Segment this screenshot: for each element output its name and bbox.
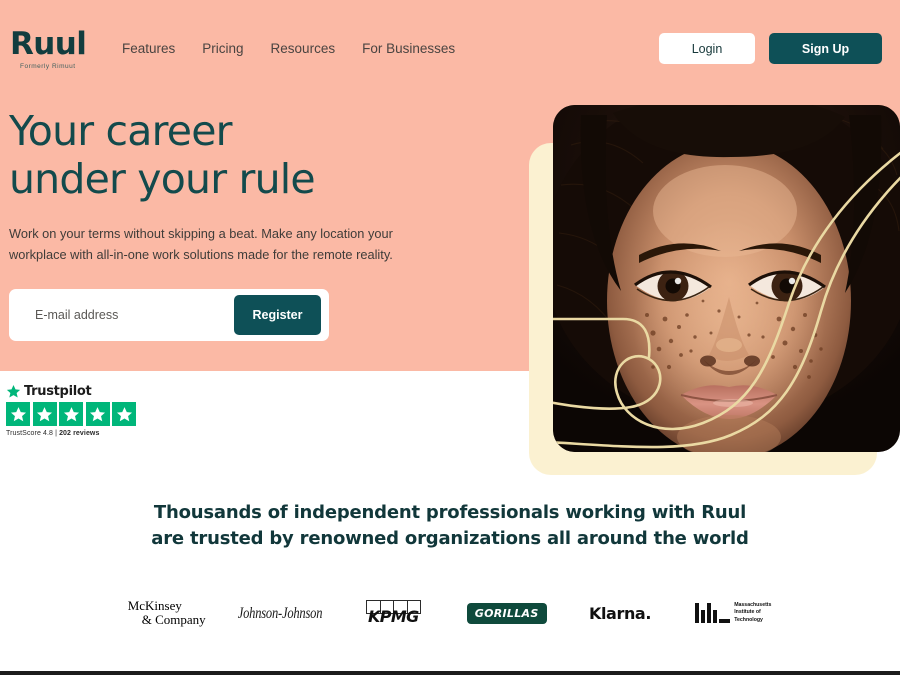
trustpilot-separator: | xyxy=(55,430,58,437)
trustpilot-name: Trustpilot xyxy=(24,384,92,399)
signup-button[interactable]: Sign Up xyxy=(769,33,882,64)
social-proof-title-line-1: Thousands of independent professionals w… xyxy=(153,502,747,523)
mit-subtext-line-3: Technology xyxy=(734,616,763,623)
rating-star-1 xyxy=(6,402,30,426)
partner-logo-gorillas: GORILLAS xyxy=(450,596,563,630)
nav-link-resources[interactable]: Resources xyxy=(271,41,336,56)
trustpilot-header: Trustpilot xyxy=(6,384,136,399)
gorillas-wordmark: GORILLAS xyxy=(466,602,547,624)
partner-logo-mckinsey: McKinsey & Company xyxy=(110,596,223,630)
trustpilot-meta: TrustScore 4.8 | 202 reviews xyxy=(6,430,136,437)
nav-link-features[interactable]: Features xyxy=(122,41,175,56)
rating-star-2 xyxy=(32,402,57,426)
landing-page: Ruul Formerly Rimuut Features Pricing Re… xyxy=(0,0,900,675)
rating-star-5 xyxy=(112,402,136,426)
login-button[interactable]: Login xyxy=(659,33,755,64)
mit-subtext-line-1: Massachusetts xyxy=(734,601,772,608)
nav-actions: Login Sign Up xyxy=(659,33,882,64)
social-proof-title-line-2: are trusted by renowned organizations al… xyxy=(151,528,749,550)
email-input[interactable] xyxy=(9,288,234,341)
partner-logo-klarna: Klarna. xyxy=(563,596,676,630)
trustpilot-review-count: 202 reviews xyxy=(59,430,100,437)
partner-logos-row: McKinsey & Company Johnson-Johnson KPMG … xyxy=(0,596,900,630)
partner-logo-johnson-and-johnson: Johnson-Johnson xyxy=(223,596,336,630)
johnson-wordmark: Johnson-Johnson xyxy=(237,603,323,622)
mckinsey-line-1: McKinsey xyxy=(127,597,182,613)
mit-bars-icon xyxy=(695,603,731,624)
rating-star-3 xyxy=(59,402,83,426)
trustscore-text: TrustScore 4.8 xyxy=(6,430,54,437)
social-proof-title: Thousands of independent professionals w… xyxy=(0,500,900,552)
mckinsey-line-2: & Company xyxy=(141,612,206,628)
partner-logo-kpmg: KPMG xyxy=(337,596,450,630)
social-proof-section: Thousands of independent professionals w… xyxy=(0,500,900,630)
kpmg-wordmark: KPMG xyxy=(367,607,419,627)
mit-subtext: Massachusetts Institute of Technology xyxy=(734,602,771,625)
brand-logo-tagline: Formerly Rimuut xyxy=(20,63,76,70)
brand-logo-wordmark: Ruul xyxy=(10,26,87,62)
hero-content: Your career under your rule Work on your… xyxy=(9,107,449,341)
hero-portrait-photo xyxy=(553,105,900,452)
hero-subtitle: Work on your terms without skipping a be… xyxy=(9,225,393,263)
hero-title-line-2: under your rule xyxy=(9,154,316,203)
mit-subtext-line-2: Institute of xyxy=(734,609,761,616)
email-signup-form: Register xyxy=(9,288,329,341)
rating-star-4 xyxy=(85,402,110,426)
hero-media xyxy=(529,105,900,475)
trustpilot-widget[interactable]: Trustpilot TrustScore 4.8 | 202 reviews xyxy=(6,384,136,437)
nav-links: Features Pricing Resources For Businesse… xyxy=(122,41,455,56)
trustpilot-star-rating xyxy=(6,402,136,426)
klarna-wordmark: Klarna. xyxy=(588,603,652,623)
nav-link-for-businesses[interactable]: For Businesses xyxy=(362,41,455,56)
brand-logo[interactable]: Ruul Formerly Rimuut xyxy=(10,26,96,71)
nav-link-pricing[interactable]: Pricing xyxy=(202,41,243,56)
partner-logo-mit: Massachusetts Institute of Technology xyxy=(677,596,790,630)
hero-title-line-1: Your career xyxy=(9,107,232,155)
trustpilot-star-icon xyxy=(6,385,21,398)
hero-title: Your career under your rule xyxy=(9,107,449,204)
top-navigation-bar: Ruul Formerly Rimuut Features Pricing Re… xyxy=(0,0,900,95)
register-button[interactable]: Register xyxy=(234,294,321,335)
